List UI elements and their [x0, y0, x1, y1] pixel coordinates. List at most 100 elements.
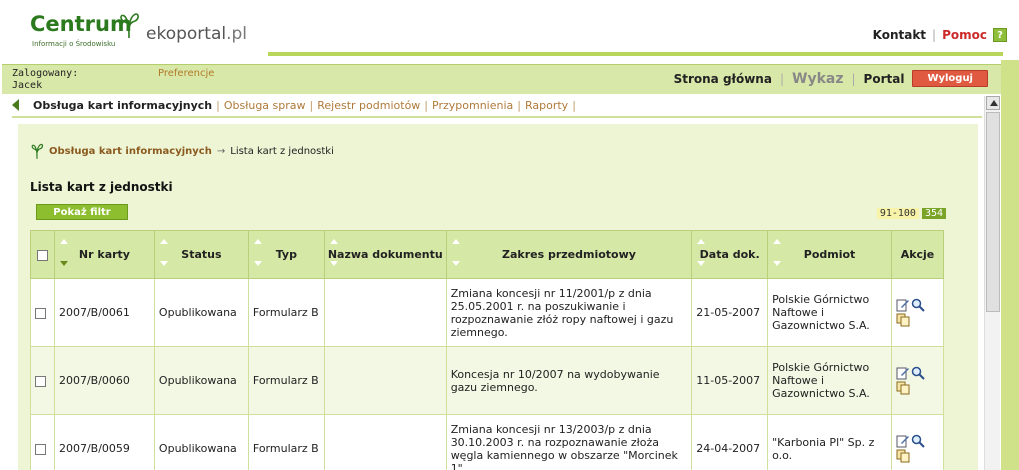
logo[interactable]: Centrum Informacji o Środowisku ekoporta…: [14, 6, 274, 54]
preferences-link[interactable]: Preferencje: [158, 68, 214, 79]
col-header-nazwa[interactable]: Nazwa dokumentu: [323, 230, 447, 279]
magnifier-icon[interactable]: [911, 434, 925, 448]
cell-nazwa: [323, 278, 447, 347]
tab-przypomnienia[interactable]: Przypomnienia: [428, 99, 517, 112]
breadcrumb-parent[interactable]: Obsługa kart informacyjnych: [49, 146, 212, 157]
pomoc-link[interactable]: Pomoc: [942, 28, 987, 42]
cell-data: 11-05-2007: [691, 346, 769, 415]
kontakt-link[interactable]: Kontakt: [873, 28, 926, 42]
user-bar: Zalogowany: Jacek Preferencje Strona głó…: [2, 64, 1002, 94]
pager-range[interactable]: 91-100: [876, 208, 919, 219]
col-header-podmiot[interactable]: Podmiot: [767, 230, 892, 279]
col-header-status[interactable]: Status: [153, 230, 249, 279]
nav-wykaz[interactable]: Wykaz: [792, 71, 843, 87]
sort-arrows-icon[interactable]: [159, 239, 172, 271]
logged-label: Zalogowany:: [12, 68, 79, 79]
cell-typ: Formularz B: [247, 346, 325, 415]
pager: 91-100 354: [876, 208, 946, 219]
scroll-up-button[interactable]: [986, 96, 1000, 110]
tab-obsluga-spraw[interactable]: Obsługa spraw: [220, 99, 310, 112]
sort-arrows-icon[interactable]: [697, 239, 709, 271]
cell-nr: 2007/B/0061: [53, 278, 155, 347]
portal-name: ekoportal.pl: [146, 24, 247, 44]
copy-icon[interactable]: [896, 313, 910, 327]
separator: |: [572, 98, 576, 112]
portal-tld: .pl: [226, 24, 248, 44]
cell-podmiot: Polskie Górnictwo Naftowe i Gazownictwo …: [767, 346, 892, 415]
col-header-podmiot-label: Podmiot: [803, 248, 856, 261]
tab-rejestr-podmiotow[interactable]: Rejestr podmiotów: [313, 99, 424, 112]
sort-arrows-icon[interactable]: [329, 239, 342, 271]
logged-user-info: Zalogowany: Jacek: [12, 68, 78, 92]
back-arrow-icon[interactable]: [12, 99, 19, 111]
col-header-typ[interactable]: Typ: [247, 230, 325, 279]
cell-nr: 2007/B/0060: [53, 346, 155, 415]
edit-icon[interactable]: [896, 298, 910, 312]
table-row: 2007/B/0060 Opublikowana Formularz B Kon…: [30, 346, 945, 415]
copy-icon[interactable]: [896, 449, 910, 463]
magnifier-icon[interactable]: [911, 298, 925, 312]
show-filter-button[interactable]: Pokaż filtr: [36, 204, 128, 220]
col-header-typ-label: Typ: [275, 248, 297, 261]
cell-zakres: Zmiana koncesji nr 13/2003/p z dnia 30.1…: [445, 414, 693, 470]
header-divider: [268, 52, 1003, 56]
brand-name: Centrum: [30, 12, 132, 36]
nav-home[interactable]: Strona główna: [674, 72, 772, 86]
sort-arrows-icon[interactable]: [253, 239, 266, 271]
tab-raporty[interactable]: Raporty: [521, 99, 572, 112]
main-content: Obsługa kart informacyjnych → Lista kart…: [12, 116, 982, 470]
sort-arrows-icon[interactable]: [451, 239, 464, 271]
nav-portal[interactable]: Portal: [864, 72, 905, 86]
cell-zakres: Zmiana koncesji nr 11/2001/p z dnia 25.0…: [445, 278, 693, 347]
table-row: 2007/B/0061 Opublikowana Formularz B Zmi…: [30, 278, 945, 347]
breadcrumb: Obsługa kart informacyjnych → Lista kart…: [30, 142, 334, 160]
sort-arrows-icon[interactable]: [59, 239, 72, 271]
select-all-header: [30, 230, 55, 279]
portal-name-text: ekoportal: [146, 24, 227, 44]
top-links: Kontakt | Pomoc ?: [873, 28, 1007, 42]
help-icon[interactable]: ?: [993, 28, 1007, 42]
cell-akcje: [890, 278, 945, 347]
row-checkbox[interactable]: [35, 375, 46, 387]
main-nav: Strona główna | Wykaz | Portal Wyloguj: [674, 70, 988, 87]
magnifier-icon[interactable]: [911, 366, 925, 380]
separator: |: [779, 71, 784, 86]
cell-status: Opublikowana: [153, 414, 249, 470]
row-actions: [896, 366, 926, 395]
cell-typ: Formularz B: [247, 278, 325, 347]
cards-table: Nr karty Status Typ Nazwa dokumentu Zakr…: [30, 230, 945, 470]
pager-total: 354: [921, 208, 946, 219]
user-name: Jacek: [12, 80, 43, 91]
sprout-icon: [31, 143, 44, 159]
brand-subtitle: Informacji o Środowisku: [32, 40, 116, 48]
col-header-nr[interactable]: Nr karty: [53, 230, 155, 279]
header: Centrum Informacji o Środowisku ekoporta…: [0, 0, 1019, 60]
vertical-scrollbar[interactable]: [984, 96, 1000, 470]
row-select-cell: [30, 346, 55, 415]
col-header-zakres-label: Zakres przedmiotowy: [501, 248, 636, 261]
scroll-thumb[interactable]: [986, 112, 1000, 312]
edit-icon[interactable]: [896, 434, 910, 448]
cell-typ: Formularz B: [247, 414, 325, 470]
row-select-cell: [30, 278, 55, 347]
scroll-up-icon: [990, 100, 998, 106]
col-header-status-label: Status: [181, 248, 222, 261]
select-all-checkbox[interactable]: [36, 249, 48, 261]
edit-icon[interactable]: [896, 366, 910, 380]
col-header-zakres[interactable]: Zakres przedmiotowy: [445, 230, 693, 279]
table-row: 2007/B/0059 Opublikowana Formularz B Zmi…: [30, 414, 945, 470]
row-checkbox[interactable]: [35, 443, 46, 455]
tab-bar: Obsługa kart informacyjnych | Obsługa sp…: [12, 96, 576, 114]
tab-obsluga-kart[interactable]: Obsługa kart informacyjnych: [29, 99, 216, 112]
row-actions: [896, 298, 926, 327]
logout-button[interactable]: Wyloguj: [912, 70, 988, 87]
cell-status: Opublikowana: [153, 346, 249, 415]
separator: |: [851, 71, 856, 86]
cell-akcje: [890, 346, 945, 415]
sort-arrows-icon[interactable]: [773, 239, 785, 271]
row-checkbox[interactable]: [35, 307, 46, 319]
copy-icon[interactable]: [896, 381, 910, 395]
right-decorative-strip: [1001, 60, 1019, 470]
col-header-data[interactable]: Data dok.: [691, 230, 769, 279]
cell-podmiot: "Karbonia Pl" Sp. z o.o.: [767, 414, 892, 470]
